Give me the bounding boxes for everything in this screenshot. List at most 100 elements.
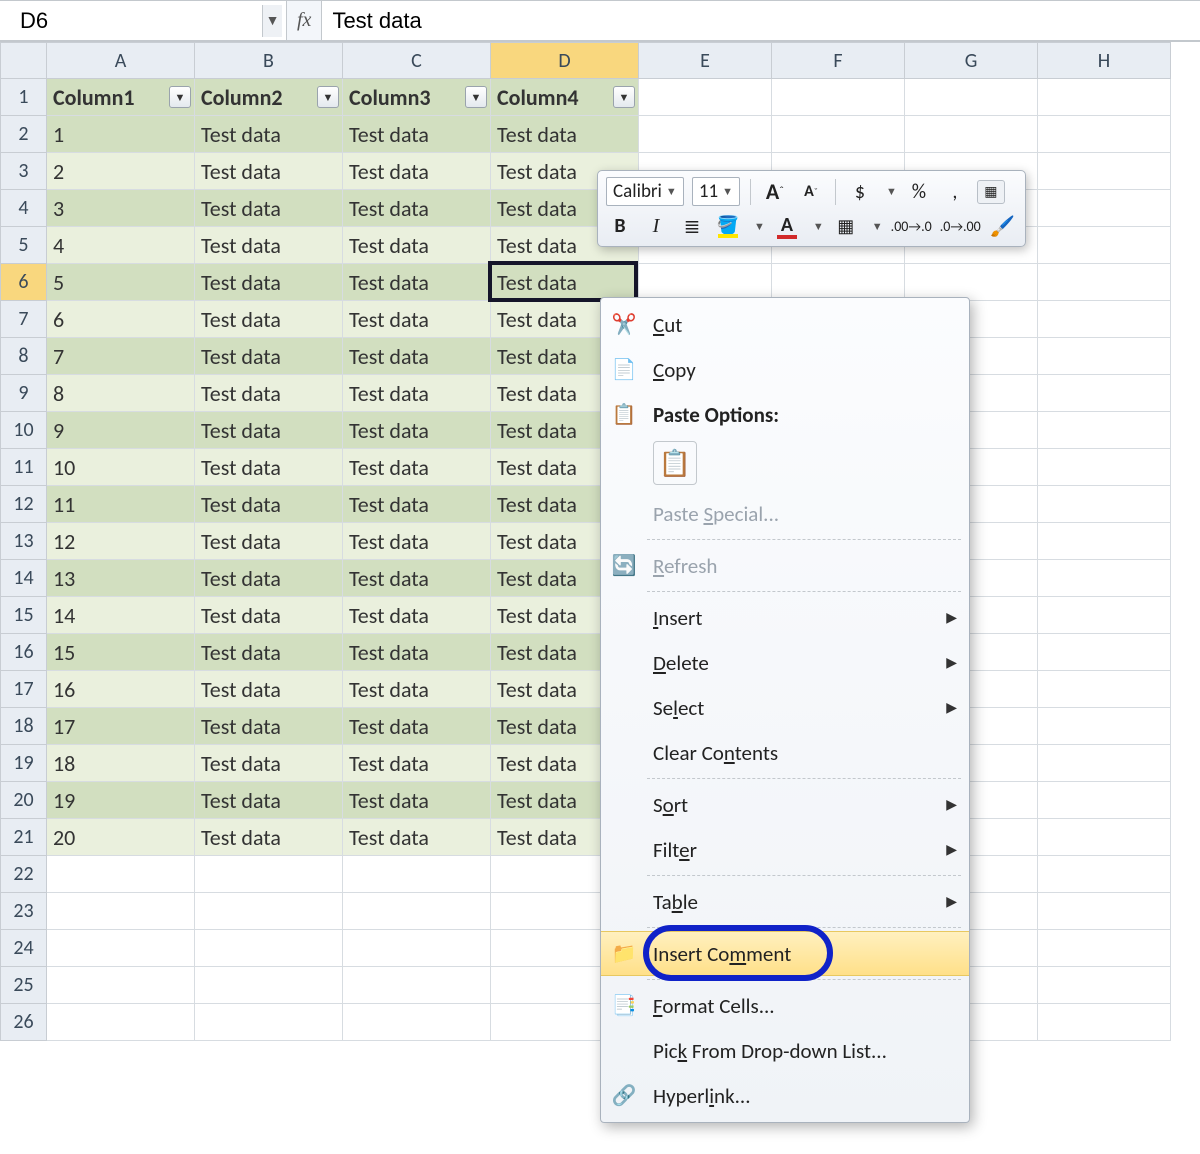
cell-B18[interactable]: Test data — [195, 708, 343, 745]
cell-B3[interactable]: Test data — [195, 153, 343, 190]
cell-A22[interactable] — [47, 856, 195, 893]
cell-H14[interactable] — [1038, 560, 1171, 597]
row-header-22[interactable]: 22 — [1, 856, 47, 893]
cell-H4[interactable] — [1038, 190, 1171, 227]
cell-H10[interactable] — [1038, 412, 1171, 449]
menu-pick-from-list[interactable]: Pick From Drop-down List... — [601, 1028, 969, 1073]
cell-C12[interactable]: Test data — [343, 486, 491, 523]
filter-dropdown-icon[interactable]: ▼ — [169, 86, 191, 108]
cell-E2[interactable] — [639, 116, 772, 153]
select-all-corner[interactable] — [1, 43, 47, 79]
row-header-2[interactable]: 2 — [1, 116, 47, 153]
cell-H26[interactable] — [1038, 1004, 1171, 1041]
cell-B12[interactable]: Test data — [195, 486, 343, 523]
menu-sort[interactable]: Sort▶ — [601, 782, 969, 827]
cell-A21[interactable]: 20 — [47, 819, 195, 856]
name-box-dropdown-icon[interactable]: ▼ — [262, 5, 282, 37]
cell-H21[interactable] — [1038, 819, 1171, 856]
font-size-selector[interactable]: 11 ▼ — [692, 177, 740, 206]
cell-A18[interactable]: 17 — [47, 708, 195, 745]
cell-H17[interactable] — [1038, 671, 1171, 708]
row-header-20[interactable]: 20 — [1, 782, 47, 819]
cell-C3[interactable]: Test data — [343, 153, 491, 190]
row-header-7[interactable]: 7 — [1, 301, 47, 338]
cell-C17[interactable]: Test data — [343, 671, 491, 708]
column-header-C[interactable]: C — [343, 43, 491, 79]
cell-C9[interactable]: Test data — [343, 375, 491, 412]
menu-cut[interactable]: ✂️ Cut — [601, 302, 969, 347]
cell-H13[interactable] — [1038, 523, 1171, 560]
cell-B13[interactable]: Test data — [195, 523, 343, 560]
row-header-11[interactable]: 11 — [1, 449, 47, 486]
cell-A26[interactable] — [47, 1004, 195, 1041]
row-header-17[interactable]: 17 — [1, 671, 47, 708]
column-header-G[interactable]: G — [905, 43, 1038, 79]
menu-copy[interactable]: 📄 Copy — [601, 347, 969, 392]
fx-icon[interactable]: fx — [297, 9, 311, 32]
cell-B25[interactable] — [195, 967, 343, 1004]
cell-A4[interactable]: 3 — [47, 190, 195, 227]
cell-A15[interactable]: 14 — [47, 597, 195, 634]
row-header-25[interactable]: 25 — [1, 967, 47, 1004]
cell-C5[interactable]: Test data — [343, 227, 491, 264]
cell-H15[interactable] — [1038, 597, 1171, 634]
cell-C13[interactable]: Test data — [343, 523, 491, 560]
row-header-14[interactable]: 14 — [1, 560, 47, 597]
chevron-down-icon[interactable]: ▼ — [872, 220, 883, 233]
cell-C18[interactable]: Test data — [343, 708, 491, 745]
center-align-button[interactable]: ≣ — [678, 212, 706, 240]
cell-G2[interactable] — [905, 116, 1038, 153]
menu-filter[interactable]: Filter▶ — [601, 827, 969, 872]
cell-B8[interactable]: Test data — [195, 338, 343, 375]
cell-A17[interactable]: 16 — [47, 671, 195, 708]
cell-B4[interactable]: Test data — [195, 190, 343, 227]
cell-C14[interactable]: Test data — [343, 560, 491, 597]
menu-select[interactable]: Select▶ — [601, 685, 969, 730]
cell-B19[interactable]: Test data — [195, 745, 343, 782]
cell-A11[interactable]: 10 — [47, 449, 195, 486]
currency-button[interactable]: $ — [846, 178, 874, 206]
row-header-5[interactable]: 5 — [1, 227, 47, 264]
cell-A2[interactable]: 1 — [47, 116, 195, 153]
formula-input[interactable] — [322, 1, 1200, 40]
cell-F6[interactable] — [772, 264, 905, 301]
fill-color-button[interactable]: 🪣 — [714, 212, 742, 240]
menu-delete[interactable]: Delete▶ — [601, 640, 969, 685]
filter-dropdown-icon[interactable]: ▼ — [317, 86, 339, 108]
cell-C8[interactable]: Test data — [343, 338, 491, 375]
cell-C24[interactable] — [343, 930, 491, 967]
cell-B20[interactable]: Test data — [195, 782, 343, 819]
row-header-6[interactable]: 6 — [1, 264, 47, 301]
row-header-16[interactable]: 16 — [1, 634, 47, 671]
row-header-19[interactable]: 19 — [1, 745, 47, 782]
cell-A13[interactable]: 12 — [47, 523, 195, 560]
cell-C23[interactable] — [343, 893, 491, 930]
menu-insert[interactable]: Insert▶ — [601, 595, 969, 640]
cell-C21[interactable]: Test data — [343, 819, 491, 856]
cell-A1[interactable]: Column1▼ — [47, 79, 195, 116]
cell-A23[interactable] — [47, 893, 195, 930]
cell-B15[interactable]: Test data — [195, 597, 343, 634]
cell-H8[interactable] — [1038, 338, 1171, 375]
cell-A8[interactable]: 7 — [47, 338, 195, 375]
decrease-decimal-button[interactable]: .0→.00 — [940, 212, 981, 240]
column-header-A[interactable]: A — [47, 43, 195, 79]
menu-hyperlink[interactable]: 🔗 Hyperlink... — [601, 1073, 969, 1118]
cell-C4[interactable]: Test data — [343, 190, 491, 227]
cell-A25[interactable] — [47, 967, 195, 1004]
cell-H25[interactable] — [1038, 967, 1171, 1004]
column-header-F[interactable]: F — [772, 43, 905, 79]
cell-C2[interactable]: Test data — [343, 116, 491, 153]
cell-H20[interactable] — [1038, 782, 1171, 819]
cell-B6[interactable]: Test data — [195, 264, 343, 301]
cell-A9[interactable]: 8 — [47, 375, 195, 412]
cell-B14[interactable]: Test data — [195, 560, 343, 597]
cell-H18[interactable] — [1038, 708, 1171, 745]
row-header-24[interactable]: 24 — [1, 930, 47, 967]
cell-H2[interactable] — [1038, 116, 1171, 153]
cell-C22[interactable] — [343, 856, 491, 893]
cell-B5[interactable]: Test data — [195, 227, 343, 264]
name-box[interactable] — [12, 4, 262, 38]
cell-B2[interactable]: Test data — [195, 116, 343, 153]
cell-A10[interactable]: 9 — [47, 412, 195, 449]
